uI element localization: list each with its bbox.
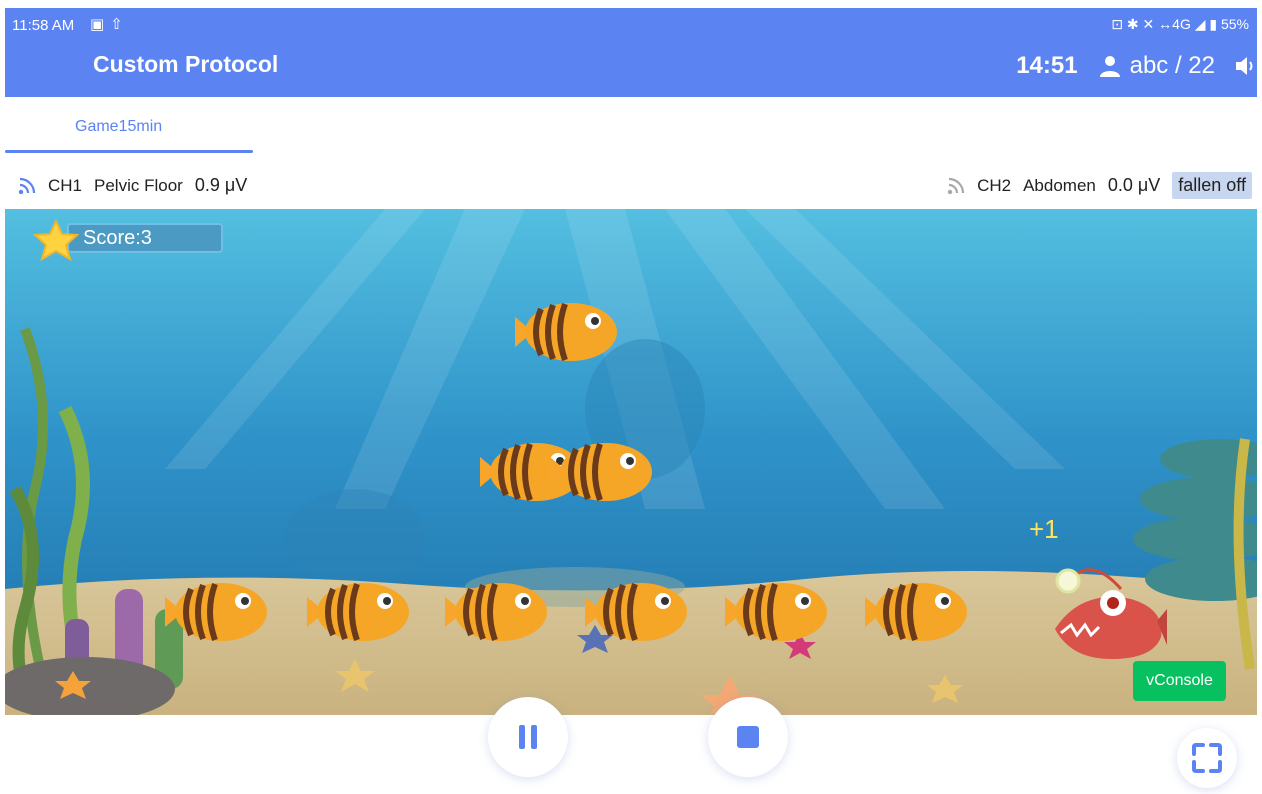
star-icon: [32, 219, 80, 262]
channel-1-label: CH1: [48, 175, 83, 195]
session-timer: 14:51: [1016, 52, 1078, 79]
vconsole-button[interactable]: vConsole: [1133, 661, 1226, 701]
status-indicators: ⊡ ✱ ✕ ↔4G ◢ ▮ 55%: [1111, 16, 1249, 32]
channel-status-row: CH1 Pelvic Floor 0.9 μV CH2 Abdomen 0.0 …: [5, 157, 1257, 209]
user-label: abc / 22: [1129, 52, 1215, 79]
fish-icon: [725, 582, 827, 642]
status-time: 11:58 AM: [12, 17, 75, 34]
channel-2-name: Abdomen: [1023, 175, 1096, 195]
channel-2-value: 0.0 μV: [1107, 175, 1161, 195]
fish-icon: [307, 582, 409, 642]
tab-bar: Game15min: [5, 97, 1257, 157]
stop-icon: [737, 726, 759, 748]
signal-icon: [947, 177, 965, 194]
fish-icon: [865, 582, 967, 642]
channel-1-status: CH1 Pelvic Floor 0.9 μV: [18, 175, 247, 196]
channel-2-label: CH2: [977, 175, 1012, 195]
fish-icon: [515, 302, 617, 362]
active-tab-indicator: [5, 150, 253, 153]
channel-1-name: Pelvic Floor: [94, 175, 183, 195]
tab-label: Game15min: [75, 118, 163, 135]
score-display: Score:3: [29, 219, 225, 262]
speaker-icon[interactable]: [1233, 54, 1257, 78]
electrode-status-badge: fallen off: [1172, 172, 1252, 199]
pause-button[interactable]: [488, 697, 568, 777]
fish-icon: [445, 582, 547, 642]
status-notification-icons: ▣⇧: [90, 15, 129, 33]
channel-2-status: CH2 Abdomen 0.0 μV fallen off: [947, 172, 1252, 199]
game-controls: [5, 697, 1257, 794]
image-icon: ▣: [90, 16, 111, 33]
fish-icon: [585, 582, 687, 642]
page-title: Custom Protocol: [93, 51, 279, 77]
pause-icon: [519, 725, 537, 749]
fish-icon: [165, 582, 267, 642]
fullscreen-button[interactable]: [1177, 728, 1237, 788]
score-text: Score:3: [83, 227, 152, 249]
app-header: 11:58 AM ▣⇧ ⊡ ✱ ✕ ↔4G ◢ ▮ 55% Custom Pro…: [5, 8, 1257, 97]
upload-icon: ⇧: [110, 16, 129, 33]
stop-button[interactable]: [708, 697, 788, 777]
game-canvas[interactable]: Score:3 +1 vConsole: [5, 209, 1257, 715]
header-right-group: 14:51 abc / 22: [1016, 50, 1257, 82]
score-increment-text: +1: [1029, 514, 1059, 544]
tab-game15min[interactable]: Game15min: [5, 97, 253, 155]
fullscreen-icon: [1192, 743, 1222, 773]
right-edge: [1257, 0, 1262, 794]
fish-icon: [550, 442, 652, 502]
user-icon: [1099, 56, 1120, 77]
anglerfish-player-icon[interactable]: [1041, 559, 1167, 671]
signal-icon: [18, 177, 36, 194]
channel-1-value: 0.9 μV: [194, 175, 248, 195]
